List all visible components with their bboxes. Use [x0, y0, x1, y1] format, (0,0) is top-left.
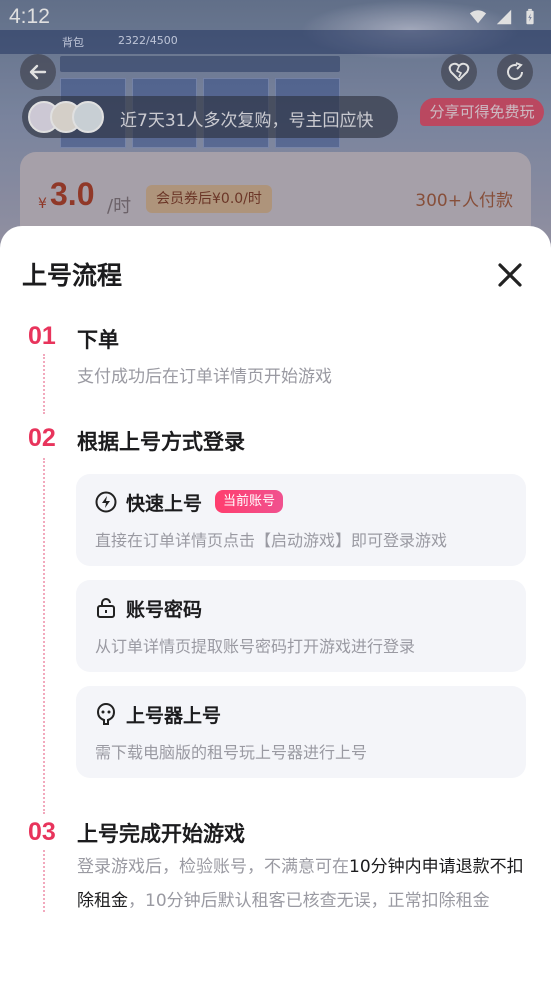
step-connector	[43, 850, 45, 912]
share-button[interactable]	[497, 54, 533, 90]
game-bag-count: 2322/4500	[118, 34, 178, 47]
status-icons	[469, 8, 539, 26]
method-quick-login[interactable]: 快速上号 当前账号 直接在订单详情页点击【启动游戏】即可登录游戏	[76, 474, 526, 566]
step-description: 登录游戏后，检验账号，不满意可在10分钟内申请退款不扣除租金，10分钟后默认租客…	[77, 850, 529, 918]
method-description: 直接在订单详情页点击【启动游戏】即可登录游戏	[95, 531, 448, 550]
notice-text: 近7天31人多次复购，号主回应快	[120, 111, 374, 131]
status-time: 4:12	[9, 5, 50, 28]
step-title: 上号完成开始游戏	[77, 822, 245, 846]
method-account-password[interactable]: 账号密码 从订单详情页提取账号密码打开游戏进行登录	[76, 580, 526, 672]
step-number: 01	[28, 322, 56, 350]
price-unit: /时	[107, 196, 132, 217]
step-title: 根据上号方式登录	[77, 430, 245, 454]
step-desc-part: 登录游戏后，检验账号，不满意可在	[77, 857, 349, 877]
current-account-badge: 当前账号	[215, 490, 284, 513]
wifi-icon	[469, 10, 487, 24]
step-number: 03	[28, 818, 56, 846]
method-title: 快速上号	[126, 493, 203, 515]
method-description: 从订单详情页提取账号密码打开游戏进行登录	[95, 637, 416, 656]
buyers-count: 300+人付款	[415, 191, 513, 211]
arrow-left-icon	[29, 64, 47, 80]
close-button[interactable]	[494, 259, 526, 291]
step-desc-part: ，10分钟后默认租客已核查无误，正常扣除租金	[128, 891, 490, 911]
game-bag-label: 背包	[62, 36, 84, 49]
step-connector	[43, 458, 45, 814]
step-description: 支付成功后在订单详情页开始游戏	[77, 367, 332, 387]
step-number: 02	[28, 424, 56, 452]
avatar-group	[28, 101, 128, 133]
lightning-icon	[95, 491, 117, 513]
method-launcher-login[interactable]: 上号器上号 需下载电脑版的租号玩上号器进行上号	[76, 686, 526, 778]
method-title: 上号器上号	[126, 705, 222, 727]
avatar	[72, 101, 104, 133]
close-icon	[498, 263, 522, 287]
repurchase-notice: 近7天31人多次复购，号主回应快	[22, 96, 398, 138]
method-title: 账号密码	[126, 599, 203, 621]
battery-icon	[526, 8, 534, 25]
member-coupon-badge: 会员券后¥0.0/时	[146, 185, 272, 213]
back-button[interactable]	[20, 54, 56, 90]
status-bar: 4:12	[0, 0, 551, 34]
method-description: 需下载电脑版的租号玩上号器进行上号	[95, 743, 368, 762]
lock-icon	[97, 598, 115, 618]
login-process-sheet: 上号流程 01 下单 支付成功后在订单详情页开始游戏 02 根据上号方式登录 快…	[0, 226, 551, 981]
share-free-tag[interactable]: 分享可得免费玩	[420, 98, 544, 126]
heart-broken-icon	[448, 62, 470, 82]
step-title: 下单	[77, 328, 119, 352]
price-value: 3.0	[50, 176, 95, 212]
step-connector	[43, 354, 45, 414]
signal-icon	[496, 9, 512, 25]
launcher-icon	[96, 702, 116, 725]
share-icon	[507, 62, 523, 80]
sheet-title: 上号流程	[22, 261, 123, 290]
game-filter-bar	[60, 56, 340, 72]
price-currency: ¥	[38, 196, 47, 212]
favorite-button[interactable]	[441, 54, 477, 90]
